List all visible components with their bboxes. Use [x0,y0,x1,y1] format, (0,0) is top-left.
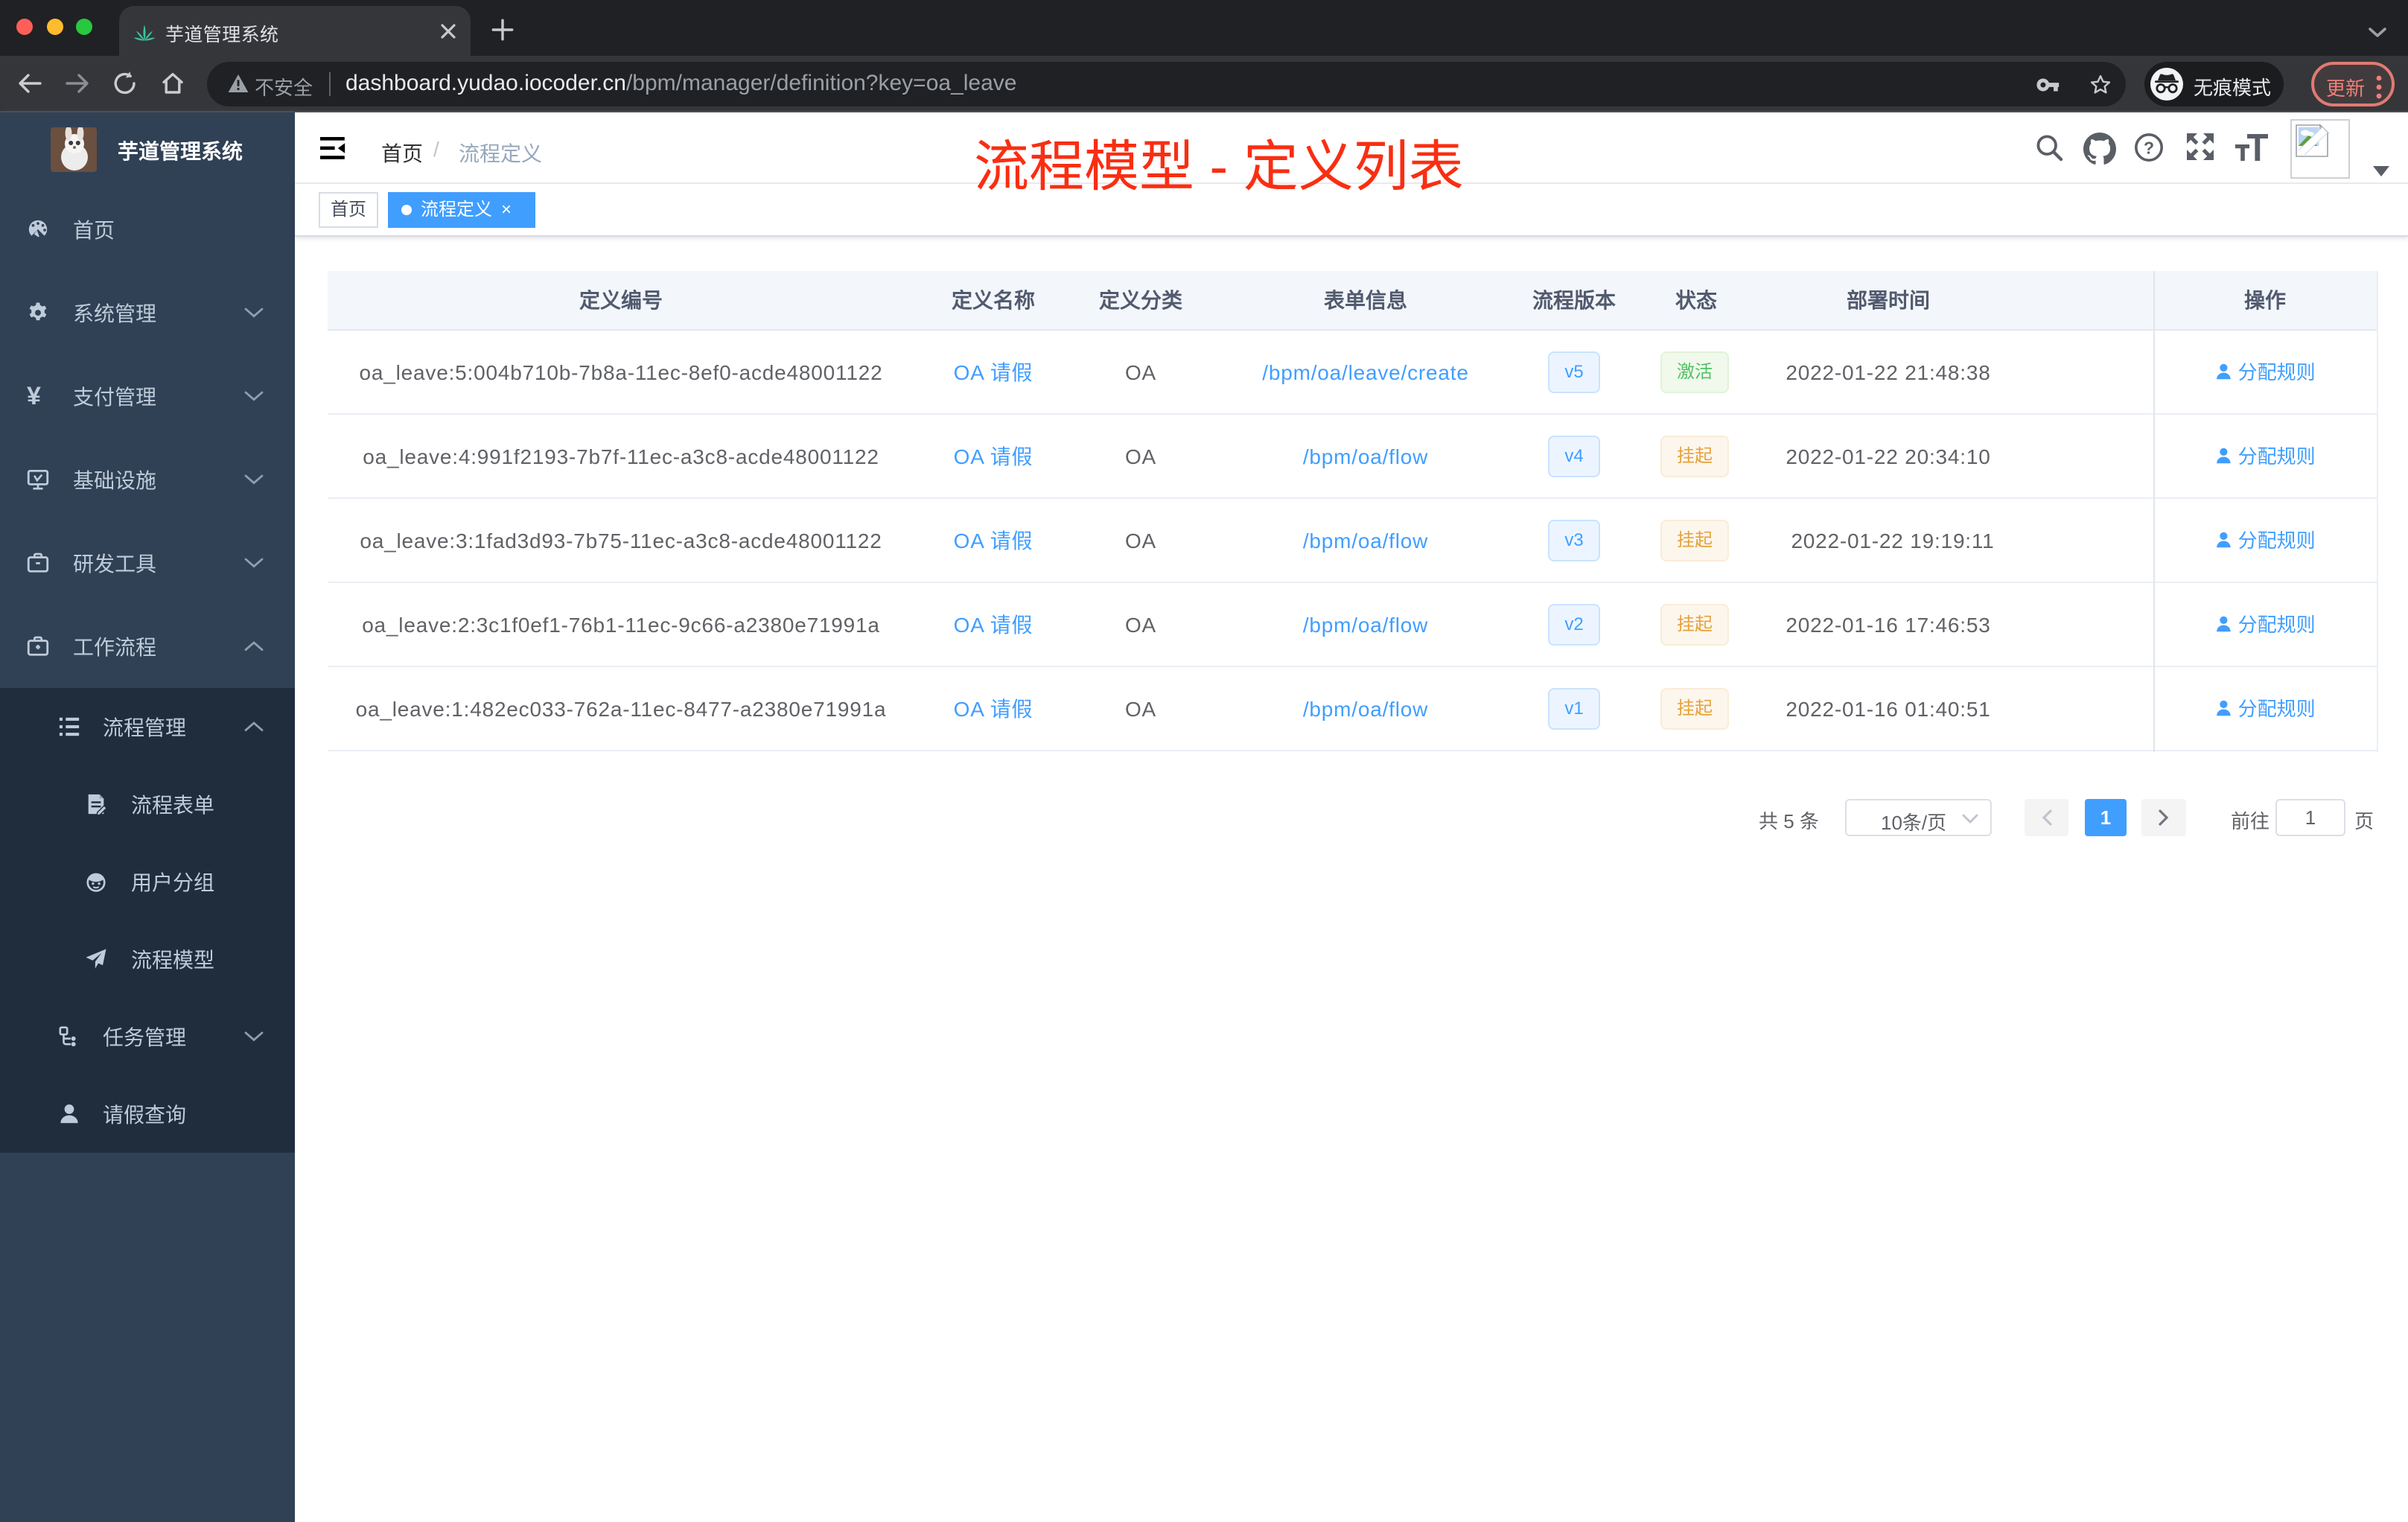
svg-text:?: ? [2144,138,2154,157]
